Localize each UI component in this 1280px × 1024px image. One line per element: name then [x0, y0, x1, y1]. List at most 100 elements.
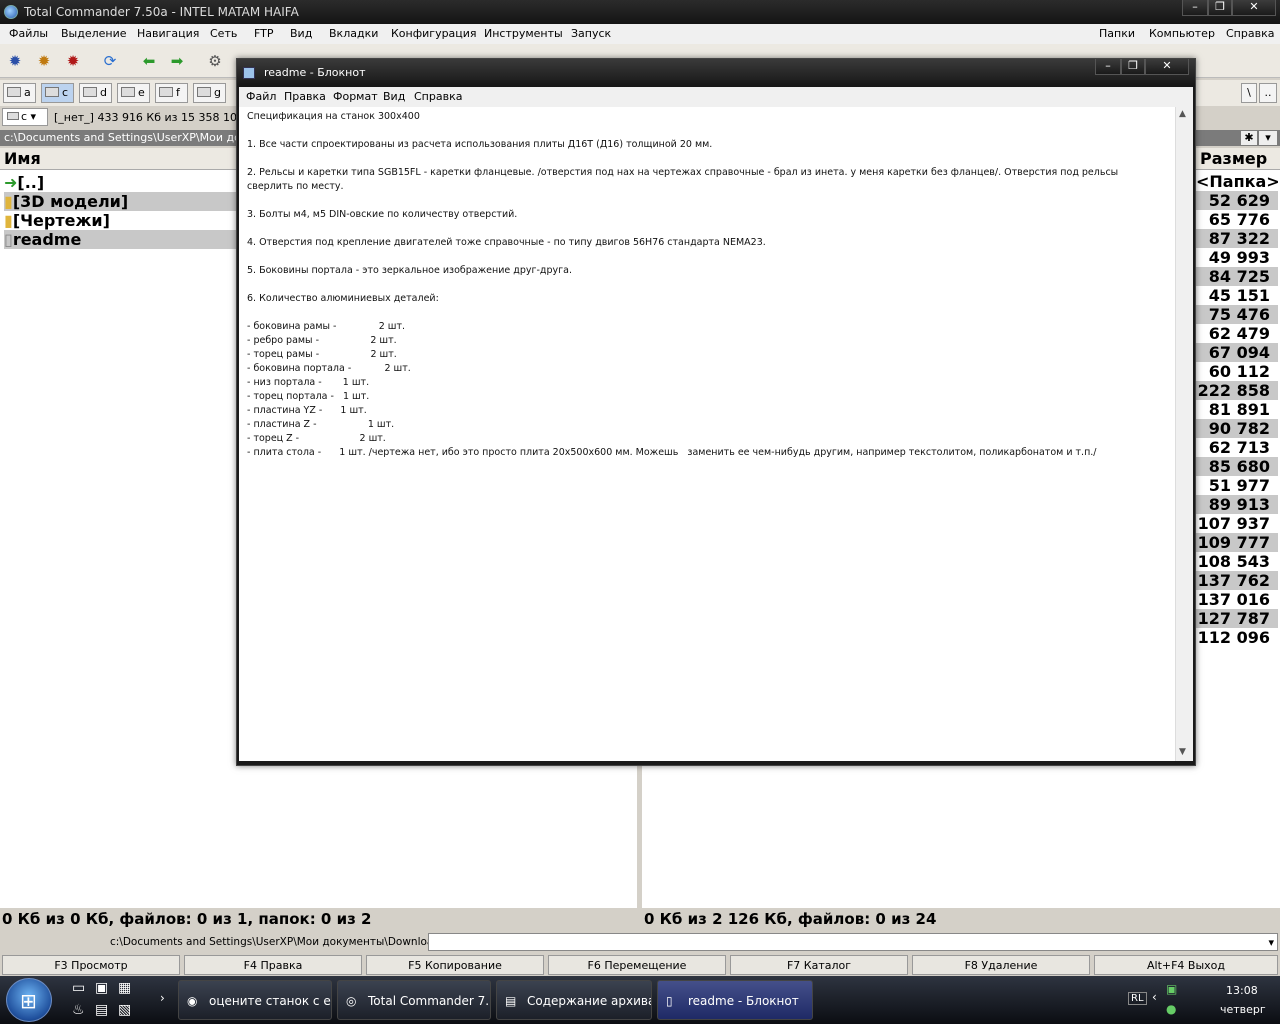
status-right: 0 Кб из 2 126 Кб, файлов: 0 из 24: [644, 910, 937, 928]
maximize-button[interactable]: ❐: [1208, 0, 1232, 16]
menu-launch[interactable]: Запуск: [571, 24, 611, 44]
drive-combo[interactable]: c ▾: [2, 108, 48, 126]
np-menu-file[interactable]: Файл: [246, 87, 276, 107]
text-line: - низ портала - 1 шт.: [247, 377, 370, 388]
back-arrow-icon[interactable]: ⬅: [140, 52, 158, 70]
menu-tabs[interactable]: Вкладки: [329, 24, 378, 44]
clock-day[interactable]: четверг: [1220, 1003, 1266, 1016]
refresh-icon[interactable]: ⟳: [101, 52, 119, 70]
app-icon[interactable]: ▦: [118, 980, 131, 996]
notepad-titlebar[interactable]: readme - Блокнот – ❐ ✕: [237, 59, 1195, 87]
menu-network[interactable]: Сеть: [210, 24, 237, 44]
status-bar: 0 Кб из 0 Кб, файлов: 0 из 1, папок: 0 и…: [0, 908, 1280, 930]
menu-navigation[interactable]: Навигация: [137, 24, 199, 44]
settings-icon[interactable]: ⚙: [206, 52, 224, 70]
np-menu-view[interactable]: Вид: [383, 87, 405, 107]
task-browser[interactable]: ◉ оцените станок с eb...: [178, 980, 332, 1020]
np-menu-edit[interactable]: Правка: [284, 87, 326, 107]
text-line: 4. Отверстия под крепление двигателей то…: [247, 237, 766, 248]
text-line: - боковина рамы - 2 шт.: [247, 321, 406, 332]
parent-button[interactable]: ..: [1259, 83, 1277, 103]
scroll-up-arrow-icon[interactable]: ▲: [1179, 109, 1186, 119]
language-indicator[interactable]: RL: [1128, 992, 1147, 1005]
scroll-down-arrow-icon[interactable]: ▼: [1179, 747, 1186, 757]
menu-configuration[interactable]: Конфигурация: [391, 24, 477, 44]
network-icon[interactable]: ▣: [1166, 982, 1177, 996]
drive-combo-value: c: [21, 110, 28, 123]
close-button[interactable]: ✕: [1232, 0, 1276, 16]
menu-tools[interactable]: Инструменты: [484, 24, 563, 44]
text-line: - плита стола - 1 шт. /чертежа нет, ибо …: [247, 447, 1097, 458]
text-line: 6. Количество алюминиевых деталей:: [247, 293, 439, 304]
notepad-minimize-button[interactable]: –: [1095, 59, 1121, 75]
command-line: c:\Documents and Settings\UserXP\Мои док…: [0, 932, 1280, 952]
media-icon[interactable]: ▧: [118, 1002, 131, 1018]
drive-g-button[interactable]: g: [193, 83, 226, 103]
f3-view-button[interactable]: F3 Просмотр: [2, 955, 180, 975]
root-button[interactable]: \: [1241, 83, 1257, 103]
tool-icon[interactable]: ♨: [72, 1002, 85, 1018]
gear-icon[interactable]: ✹: [6, 52, 24, 70]
menu-ftp[interactable]: FTP: [254, 24, 274, 44]
np-menu-help[interactable]: Справка: [414, 87, 462, 107]
text-line: - торец портала - 1 шт.: [247, 391, 370, 402]
alt-f4-exit-button[interactable]: Alt+F4 Выход: [1094, 955, 1278, 975]
np-menu-format[interactable]: Формат: [333, 87, 378, 107]
security-icon[interactable]: ●: [1166, 1002, 1176, 1016]
menu-help[interactable]: Справка: [1226, 24, 1274, 44]
task-label: оцените станок с eb...: [209, 994, 331, 1008]
window-icon[interactable]: ▤: [95, 1002, 108, 1018]
file-name: [..]: [17, 173, 45, 192]
menu-computer[interactable]: Компьютер: [1149, 24, 1215, 44]
clock-time[interactable]: 13:08: [1226, 984, 1258, 997]
drive-c-button[interactable]: c: [41, 83, 74, 103]
text-line: Спецификация на станок 300х400: [247, 111, 420, 122]
vertical-scrollbar[interactable]: ▲ ▼: [1175, 107, 1193, 761]
filter-button[interactable]: ✱: [1241, 131, 1257, 145]
menu-folders[interactable]: Папки: [1099, 24, 1135, 44]
drive-e-button[interactable]: e: [117, 83, 150, 103]
command-input[interactable]: ▾: [428, 933, 1278, 951]
gear-icon[interactable]: ✹: [64, 52, 82, 70]
notepad-close-button[interactable]: ✕: [1145, 59, 1189, 75]
f7-mkdir-button[interactable]: F7 Каталог: [730, 955, 908, 975]
chevron-left-icon[interactable]: ‹: [1152, 990, 1157, 1004]
forward-arrow-icon[interactable]: ➡: [168, 52, 186, 70]
drive-letter: a: [24, 86, 31, 99]
chevron-right-icon[interactable]: ›: [160, 991, 165, 1005]
menu-selection[interactable]: Выделение: [61, 24, 127, 44]
task-notepad[interactable]: ▯ readme - Блокнот: [657, 980, 813, 1020]
start-button[interactable]: ⊞: [6, 978, 52, 1022]
function-key-bar: F3 Просмотр F4 Правка F5 Копирование F6 …: [0, 954, 1280, 976]
taskbar: ⊞ ▭ ▣ ▦ ♨ ▤ ▧ › ◉оцените станок с eb... …: [0, 976, 1280, 1024]
tc-menubar: Файлы Выделение Навигация Сеть FTP Вид В…: [0, 24, 1280, 44]
size-cell: 49 993: [1208, 248, 1270, 267]
file-row-folder[interactable]: ▮[Чертежи]: [4, 211, 110, 230]
size-folder-cell: <Папка>: [1196, 172, 1280, 191]
size-cell: 89 913: [1196, 495, 1278, 514]
f4-edit-button[interactable]: F4 Правка: [184, 955, 362, 975]
notepad-maximize-button[interactable]: ❐: [1121, 59, 1145, 75]
minimize-button[interactable]: –: [1182, 0, 1208, 16]
f5-copy-button[interactable]: F5 Копирование: [366, 955, 544, 975]
f6-move-button[interactable]: F6 Перемещение: [548, 955, 726, 975]
gear-icon[interactable]: ✹: [35, 52, 53, 70]
notepad-text-area[interactable]: Спецификация на станок 300х400 1. Все час…: [239, 107, 1175, 761]
notepad-window[interactable]: readme - Блокнот – ❐ ✕ Файл Правка Форма…: [236, 58, 1196, 766]
size-cell: 137 016: [1197, 590, 1270, 609]
desktop-icon[interactable]: ▭: [72, 980, 85, 996]
text-line: - боковина портала - 2 шт.: [247, 363, 411, 374]
file-row-up[interactable]: ➜[..]: [4, 173, 44, 192]
save-icon[interactable]: ▣: [95, 980, 108, 996]
task-archive[interactable]: ▤ Содержание архива...: [496, 980, 652, 1020]
text-line: 2. Рельсы и каретки типа SGB15FL - карет…: [247, 167, 1119, 178]
drive-a-button[interactable]: a: [3, 83, 36, 103]
drive-f-button[interactable]: f: [155, 83, 188, 103]
f8-delete-button[interactable]: F8 Удаление: [912, 955, 1090, 975]
history-button[interactable]: ▾: [1259, 131, 1277, 145]
task-total-commander[interactable]: ◎ Total Commander 7.5...: [337, 980, 491, 1020]
menu-view[interactable]: Вид: [290, 24, 312, 44]
menu-files[interactable]: Файлы: [9, 24, 48, 44]
drive-d-button[interactable]: d: [79, 83, 112, 103]
chevron-down-icon[interactable]: ▾: [1268, 933, 1274, 953]
